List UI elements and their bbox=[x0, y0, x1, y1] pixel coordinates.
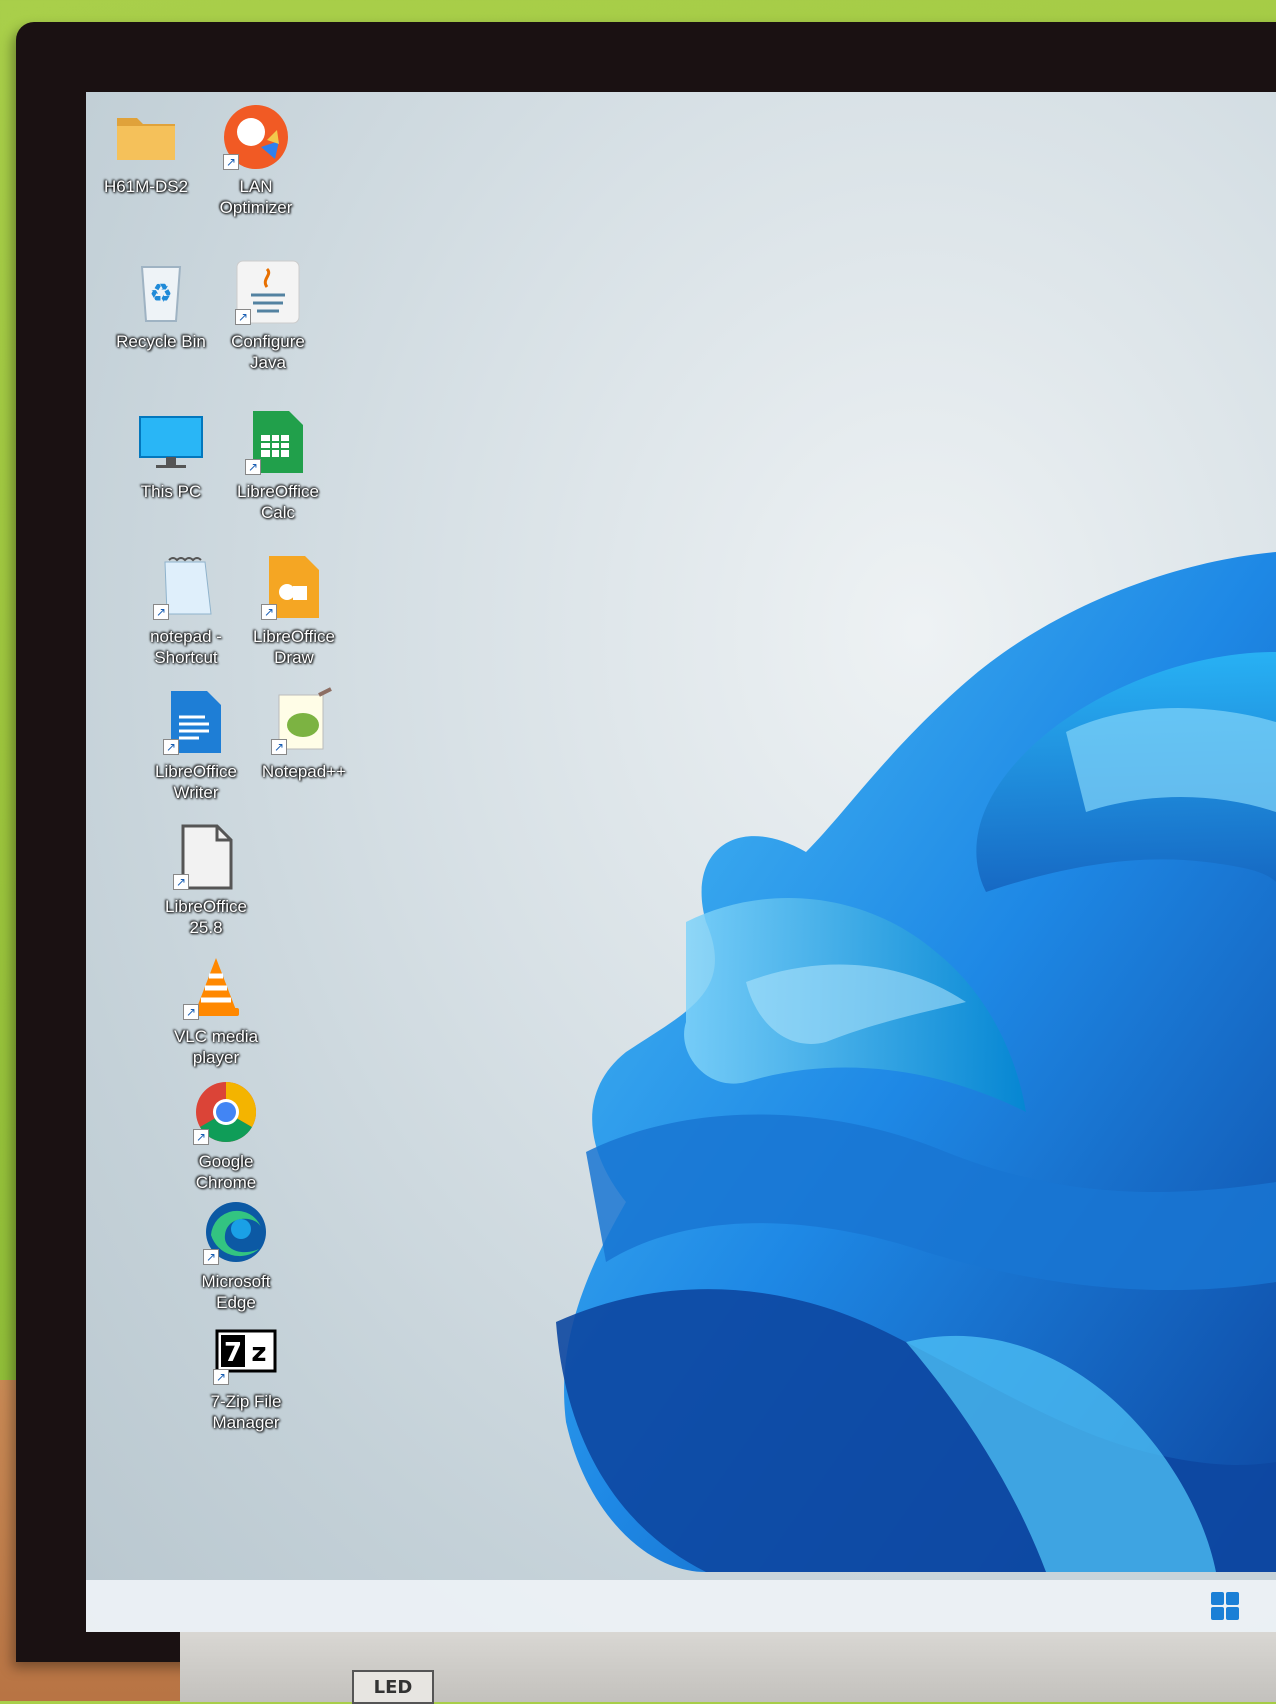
desktop-icon-label: Recycle Bin bbox=[116, 332, 206, 351]
shortcut-arrow-icon: ↗ bbox=[163, 739, 179, 755]
shortcut-arrow-icon: ↗ bbox=[213, 1369, 229, 1385]
led-label: LED bbox=[352, 1670, 434, 1704]
desktop-icon-label: LibreOffice 25.8 bbox=[165, 897, 247, 937]
libreoffice-calc-icon: ↗ bbox=[243, 407, 313, 477]
desktop-icon-label: 7-Zip File Manager bbox=[210, 1392, 282, 1432]
shortcut-arrow-icon: ↗ bbox=[261, 604, 277, 620]
desktop-icon-libreoffice-writer[interactable]: ↗ LibreOffice Writer bbox=[136, 687, 256, 803]
desktop-icon-label: This PC bbox=[140, 482, 202, 501]
desktop-icon-label: LAN Optimizer bbox=[219, 177, 293, 217]
shortcut-arrow-icon: ↗ bbox=[245, 459, 261, 475]
shortcut-arrow-icon: ↗ bbox=[223, 154, 239, 170]
desktop-icon-label: VLC media player bbox=[173, 1027, 259, 1067]
desktop-icon-label: LibreOffice Calc bbox=[237, 482, 319, 522]
java-icon: ↗ bbox=[233, 257, 303, 327]
desktop-screen: H61M-DS2 ↗ LAN Optimizer ♻ Recycle Bin ↗ Confi… bbox=[86, 92, 1276, 1632]
desktop-icon-label: Microsoft Edge bbox=[201, 1272, 271, 1312]
desktop-icon-label: H61M-DS2 bbox=[103, 177, 189, 196]
libreoffice-icon: ↗ bbox=[171, 822, 241, 892]
libreoffice-writer-icon: ↗ bbox=[161, 687, 231, 757]
shortcut-arrow-icon: ↗ bbox=[193, 1129, 209, 1145]
notepad-plus-plus-icon: ↗ bbox=[269, 687, 339, 757]
desktop-icon-vlc[interactable]: ↗ VLC media player bbox=[156, 952, 276, 1068]
desktop-icon-java[interactable]: ↗ Configure Java bbox=[208, 257, 328, 373]
desktop-icon-chrome[interactable]: ↗ Google Chrome bbox=[166, 1077, 286, 1193]
vlc-icon: ↗ bbox=[181, 952, 251, 1022]
desktop-icon-label: Notepad++ bbox=[261, 762, 347, 781]
windows-start-icon[interactable] bbox=[1211, 1592, 1241, 1622]
desktop-icon-label: LibreOffice Draw bbox=[253, 627, 335, 667]
desktop-icon-libreoffice-draw[interactable]: ↗ LibreOffice Draw bbox=[234, 552, 354, 668]
desktop-icon-notepad[interactable]: ↗ notepad - Shortcut bbox=[126, 552, 246, 668]
shortcut-arrow-icon: ↗ bbox=[203, 1249, 219, 1265]
svg-text:7: 7 bbox=[224, 1338, 242, 1368]
svg-text:♻: ♻ bbox=[149, 279, 172, 309]
shortcut-arrow-icon: ↗ bbox=[153, 604, 169, 620]
desktop-icon-notepad-plus-plus[interactable]: ↗ Notepad++ bbox=[244, 687, 364, 782]
desktop-icon-7zip[interactable]: 7 z ↗ 7-Zip File Manager bbox=[186, 1317, 306, 1433]
desktop-icon-libreoffice-calc[interactable]: ↗ LibreOffice Calc bbox=[218, 407, 338, 523]
notepad-icon: ↗ bbox=[151, 552, 221, 622]
monitor-icon bbox=[136, 407, 206, 477]
desktop-icon-monitor[interactable]: This PC bbox=[111, 407, 231, 502]
taskbar bbox=[86, 1580, 1276, 1632]
desktop-icon-edge[interactable]: ↗ Microsoft Edge bbox=[176, 1197, 296, 1313]
shortcut-arrow-icon: ↗ bbox=[173, 874, 189, 890]
shortcut-arrow-icon: ↗ bbox=[271, 739, 287, 755]
lan-optimizer-icon: ↗ bbox=[221, 102, 291, 172]
7zip-icon: 7 z ↗ bbox=[211, 1317, 281, 1387]
shortcut-arrow-icon: ↗ bbox=[235, 309, 251, 325]
desktop-icon-label: LibreOffice Writer bbox=[155, 762, 237, 802]
desktop-icon-label: notepad - Shortcut bbox=[150, 627, 222, 667]
recycle-bin-icon: ♻ bbox=[126, 257, 196, 327]
desktop-icon-label: Google Chrome bbox=[195, 1152, 257, 1192]
svg-text:z: z bbox=[251, 1338, 266, 1368]
libreoffice-draw-icon: ↗ bbox=[259, 552, 329, 622]
desktop-icon-folder[interactable]: H61M-DS2 bbox=[86, 102, 206, 197]
shortcut-arrow-icon: ↗ bbox=[183, 1004, 199, 1020]
monitor-stand-strip bbox=[180, 1632, 1276, 1702]
folder-icon bbox=[111, 102, 181, 172]
chrome-icon: ↗ bbox=[191, 1077, 261, 1147]
edge-icon: ↗ bbox=[201, 1197, 271, 1267]
desktop-icon-lan-optimizer[interactable]: ↗ LAN Optimizer bbox=[196, 102, 316, 218]
desktop-icon-libreoffice[interactable]: ↗ LibreOffice 25.8 bbox=[146, 822, 266, 938]
desktop-icon-label: Configure Java bbox=[231, 332, 305, 372]
desktop-icon-recycle-bin[interactable]: ♻ Recycle Bin bbox=[101, 257, 221, 352]
